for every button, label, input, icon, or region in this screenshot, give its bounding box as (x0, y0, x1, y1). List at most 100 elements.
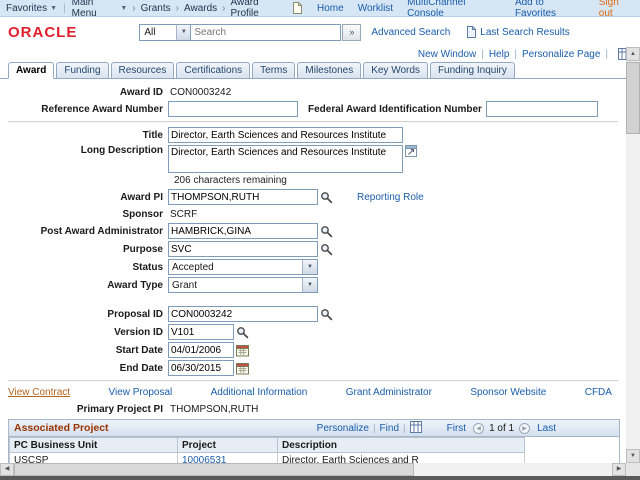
main-menu[interactable]: Main Menu ▼ (72, 0, 128, 19)
pager-next-icon[interactable]: ▶ (519, 422, 531, 434)
tab-funding[interactable]: Funding (56, 62, 109, 78)
proposal-id-row: Proposal ID (8, 306, 626, 322)
long-description-row: Long Description Director, Earth Science… (8, 145, 626, 173)
associated-project-title: Associated Project (14, 422, 109, 434)
pager-last-link[interactable]: Last (537, 423, 556, 434)
vertical-scrollbar-thumb[interactable] (626, 62, 640, 134)
worklist-link[interactable]: Worklist (358, 3, 393, 14)
additional-information-link[interactable]: Additional Information (211, 387, 308, 398)
tab-resources[interactable]: Resources (110, 62, 175, 78)
proposal-id-input[interactable] (168, 306, 318, 322)
personalize-page-link[interactable]: Personalize Page (522, 49, 600, 60)
calendar-icon[interactable] (236, 344, 249, 357)
last-search-results-icon (466, 26, 477, 38)
cfda-link[interactable]: CFDA (585, 387, 612, 398)
home-link[interactable]: Home (317, 3, 344, 14)
award-type-select[interactable]: Grant ▼ (168, 277, 318, 293)
utility-links: Home Worklist MultiChannel Console Add t… (303, 0, 634, 19)
award-pi-input[interactable] (168, 189, 318, 205)
reference-award-number-input[interactable] (168, 101, 298, 117)
view-contract-link[interactable]: View Contract (8, 387, 70, 398)
reporting-role-link[interactable]: Reporting Role (357, 192, 424, 203)
scroll-left-icon[interactable]: ◀ (0, 463, 14, 476)
award-pi-row: Award PI Reporting Role (8, 189, 626, 205)
column-header-pc-business-unit[interactable]: PC Business Unit (9, 437, 178, 453)
sponsor-value: SCRF (170, 208, 198, 220)
sponsor-website-link[interactable]: Sponsor Website (470, 387, 546, 398)
award-id-row: Award ID CON0003242 (8, 85, 626, 99)
breadcrumb-separator-icon: › (132, 2, 136, 14)
reference-award-number-label: Reference Award Number (41, 103, 163, 115)
help-link[interactable]: Help (489, 49, 510, 60)
horizontal-scrollbar-thumb[interactable] (14, 463, 414, 476)
search-scope-select[interactable]: All ▼ (139, 23, 192, 41)
long-description-textarea[interactable]: Director, Earth Sciences and Resources I… (168, 145, 403, 173)
add-to-favorites-link[interactable]: Add to Favorites (515, 0, 585, 19)
advanced-search-link[interactable]: Advanced Search (371, 27, 450, 38)
find-link[interactable]: Find (380, 423, 399, 434)
end-date-input[interactable] (168, 360, 234, 376)
associated-project-header: Associated Project Personalize | Find | … (9, 420, 619, 437)
calendar-icon[interactable] (236, 362, 249, 375)
sign-out-link[interactable]: Sign out (599, 0, 634, 19)
grid-header-row: PC Business Unit Project Description (9, 437, 525, 453)
scroll-down-icon[interactable]: ▼ (626, 449, 640, 463)
expand-icon[interactable] (405, 145, 417, 157)
lookup-icon[interactable] (236, 326, 249, 339)
tab-certifications[interactable]: Certifications (176, 62, 251, 78)
breadcrumb: Favorites ▼ | Main Menu ▼ › Grants › Awa… (6, 0, 303, 19)
post-award-admin-input[interactable] (168, 223, 318, 239)
favorites-menu[interactable]: Favorites ▼ (6, 3, 57, 14)
proposal-id-label: Proposal ID (107, 308, 163, 320)
lookup-icon[interactable] (320, 225, 333, 238)
grant-administrator-link[interactable]: Grant Administrator (346, 387, 432, 398)
new-window-link[interactable]: New Window (418, 49, 476, 60)
title-input[interactable] (168, 127, 403, 143)
column-header-description[interactable]: Description (277, 437, 525, 453)
tab-milestones[interactable]: Milestones (297, 62, 362, 78)
last-search-results-link[interactable]: Last Search Results (480, 27, 570, 38)
personalize-link[interactable]: Personalize (317, 423, 369, 434)
status-select[interactable]: Accepted ▼ (168, 259, 318, 275)
end-date-row: End Date (8, 360, 626, 376)
start-date-row: Start Date (8, 342, 626, 358)
pager-prev-icon[interactable]: ◀ (473, 422, 485, 434)
status-value: Accepted (172, 261, 214, 273)
purpose-input[interactable] (168, 241, 318, 257)
search-go-button[interactable]: » (342, 23, 362, 41)
breadcrumb-awards[interactable]: Awards (184, 3, 217, 14)
multichannel-console-link[interactable]: MultiChannel Console (407, 0, 501, 19)
sponsor-row: Sponsor SCRF (8, 207, 626, 221)
section-divider (8, 121, 618, 123)
award-form: Award ID CON0003242 Reference Award Numb… (0, 79, 626, 480)
scrollbar-corner (626, 463, 640, 476)
breadcrumb-grants[interactable]: Grants (141, 3, 171, 14)
version-id-input[interactable] (168, 324, 234, 340)
section-divider (8, 380, 618, 382)
scroll-up-icon[interactable]: ▲ (626, 47, 640, 61)
title-row: Title (8, 127, 626, 143)
lookup-icon[interactable] (320, 308, 333, 321)
primary-project-pi-value: THOMPSON,RUTH (170, 403, 259, 415)
scroll-right-icon[interactable]: ▶ (612, 463, 626, 476)
global-search: All ▼ » Advanced Search Last Search Resu… (139, 23, 570, 41)
tab-terms[interactable]: Terms (252, 62, 296, 78)
federal-award-id-input[interactable] (485, 101, 598, 117)
download-grid-icon[interactable] (409, 420, 422, 436)
vertical-scrollbar[interactable]: ▲ ▼ (626, 47, 640, 463)
horizontal-scrollbar[interactable]: ◀ ▶ (0, 463, 626, 476)
tab-funding-inquiry[interactable]: Funding Inquiry (429, 62, 515, 78)
view-proposal-link[interactable]: View Proposal (108, 387, 172, 398)
column-header-project[interactable]: Project (177, 437, 278, 453)
pager-first-link[interactable]: First (447, 423, 466, 434)
lookup-icon[interactable] (320, 243, 333, 256)
start-date-input[interactable] (168, 342, 234, 358)
pager-count: 1 of 1 (489, 422, 515, 434)
lookup-icon[interactable] (320, 191, 333, 204)
tab-award[interactable]: Award (8, 62, 55, 79)
tab-key-words[interactable]: Key Words (363, 62, 428, 78)
search-input[interactable] (191, 23, 342, 41)
breadcrumb-award-profile[interactable]: Award Profile (231, 0, 287, 19)
favorites-label: Favorites (6, 2, 48, 14)
